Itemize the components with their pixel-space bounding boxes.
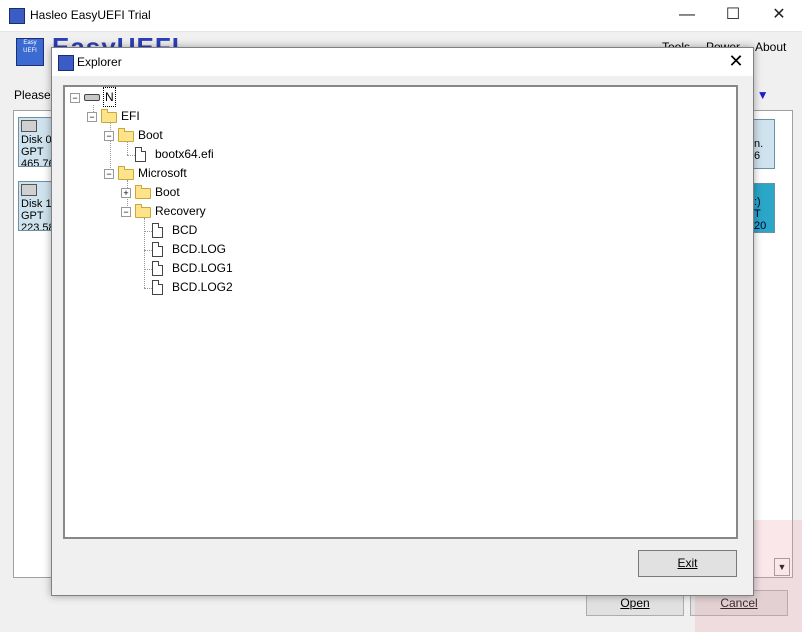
file-icon bbox=[135, 147, 146, 162]
explorer-app-icon bbox=[58, 55, 74, 71]
tree-connector bbox=[144, 218, 145, 288]
tree-node-root[interactable]: − N bbox=[70, 87, 130, 107]
tree-label: BCD.LOG bbox=[172, 242, 227, 256]
partition-text: :) bbox=[754, 196, 761, 208]
exit-button[interactable]: Exit bbox=[638, 550, 737, 577]
folder-icon bbox=[101, 109, 117, 123]
file-icon bbox=[152, 280, 163, 295]
folder-tree: − N − EFI − Boot bootx64.efi − Microsoft bbox=[63, 85, 738, 539]
logo-icon: Easy UEFI bbox=[16, 38, 44, 66]
collapse-icon[interactable]: − bbox=[70, 93, 80, 103]
tree-label: N bbox=[103, 87, 116, 107]
partition-text: n. bbox=[754, 138, 764, 150]
tree-connector bbox=[144, 231, 152, 232]
tree-label: BCD.LOG2 bbox=[172, 280, 233, 294]
partition-card-bottom[interactable]: :) T 20 bbox=[753, 183, 775, 233]
open-label: Open bbox=[620, 596, 650, 610]
expand-icon[interactable]: + bbox=[121, 188, 131, 198]
tree-connector bbox=[127, 155, 135, 156]
main-titlebar: Hasleo EasyUEFI Trial — ☐ ✕ bbox=[0, 0, 802, 32]
folder-icon bbox=[135, 185, 151, 199]
file-icon bbox=[152, 242, 163, 257]
maximize-button[interactable]: ☐ bbox=[710, 4, 756, 28]
partition-card-top[interactable]: n. 6 bbox=[753, 119, 775, 169]
drive-icon bbox=[84, 94, 100, 101]
collapse-icon[interactable]: − bbox=[121, 207, 131, 217]
explorer-close-button[interactable]: ✕ bbox=[725, 51, 747, 73]
disk-size: 465.76 bbox=[21, 158, 55, 167]
menu-about[interactable]: About bbox=[755, 40, 786, 54]
explorer-title: Explorer bbox=[77, 55, 122, 69]
tree-node-bcd-log2[interactable]: BCD.LOG2 bbox=[152, 278, 233, 296]
folder-icon bbox=[118, 166, 134, 180]
hard-disk-icon bbox=[21, 120, 37, 132]
explorer-titlebar: Explorer ✕ bbox=[52, 48, 753, 76]
tree-connector bbox=[144, 269, 152, 270]
collapse-icon[interactable]: − bbox=[104, 169, 114, 179]
partition-text: T bbox=[754, 208, 761, 220]
disk-type: GPT bbox=[21, 210, 44, 222]
file-icon bbox=[152, 223, 163, 238]
tree-label: Boot bbox=[138, 128, 163, 142]
tree-node-efi[interactable]: − EFI bbox=[87, 107, 167, 125]
main-window-title: Hasleo EasyUEFI Trial bbox=[30, 8, 151, 22]
tree-node-bcd-log[interactable]: BCD.LOG bbox=[152, 240, 232, 258]
tree-connector bbox=[144, 288, 152, 289]
triangle-down-icon: ▼ bbox=[756, 88, 769, 102]
explorer-dialog: Explorer ✕ − N − EFI − Boot bootx64.efi … bbox=[51, 47, 754, 596]
tree-label: Boot bbox=[155, 185, 180, 199]
collapse-icon[interactable]: − bbox=[104, 131, 114, 141]
tree-label: EFI bbox=[121, 109, 140, 123]
tree-node-boot[interactable]: − Boot bbox=[104, 126, 184, 144]
folder-icon bbox=[135, 204, 151, 218]
tree-node-bcd-log1[interactable]: BCD.LOG1 bbox=[152, 259, 233, 277]
tree-label: Recovery bbox=[155, 204, 206, 218]
collapse-icon[interactable]: − bbox=[87, 112, 97, 122]
tree-label: BCD bbox=[172, 223, 198, 237]
hard-disk-icon bbox=[21, 184, 37, 196]
tree-node-microsoft[interactable]: − Microsoft bbox=[104, 164, 204, 182]
app-icon bbox=[9, 8, 25, 24]
partition-text: 6 bbox=[754, 150, 761, 162]
tree-label: Microsoft bbox=[138, 166, 187, 180]
disk-size: 223.58 bbox=[21, 222, 55, 231]
disk-type: GPT bbox=[21, 146, 44, 158]
partition-text: 20 bbox=[754, 220, 767, 232]
tree-node-bootx64[interactable]: bootx64.efi bbox=[135, 145, 235, 163]
exit-label: Exit bbox=[677, 556, 698, 570]
tree-node-ms-boot[interactable]: + Boot bbox=[121, 183, 201, 201]
file-icon bbox=[152, 261, 163, 276]
folder-icon bbox=[118, 128, 134, 142]
tree-label: bootx64.efi bbox=[155, 147, 214, 161]
disk-label: Disk 1 bbox=[21, 198, 52, 210]
close-button[interactable]: ✕ bbox=[756, 4, 802, 28]
disk-label: Disk 0 bbox=[21, 134, 52, 146]
minimize-button[interactable]: — bbox=[664, 4, 710, 28]
tree-node-recovery[interactable]: − Recovery bbox=[121, 202, 221, 220]
tree-label: BCD.LOG1 bbox=[172, 261, 233, 275]
instruction-text: Please bbox=[14, 88, 51, 102]
tree-node-bcd[interactable]: BCD bbox=[152, 221, 232, 239]
tree-connector bbox=[144, 250, 152, 251]
